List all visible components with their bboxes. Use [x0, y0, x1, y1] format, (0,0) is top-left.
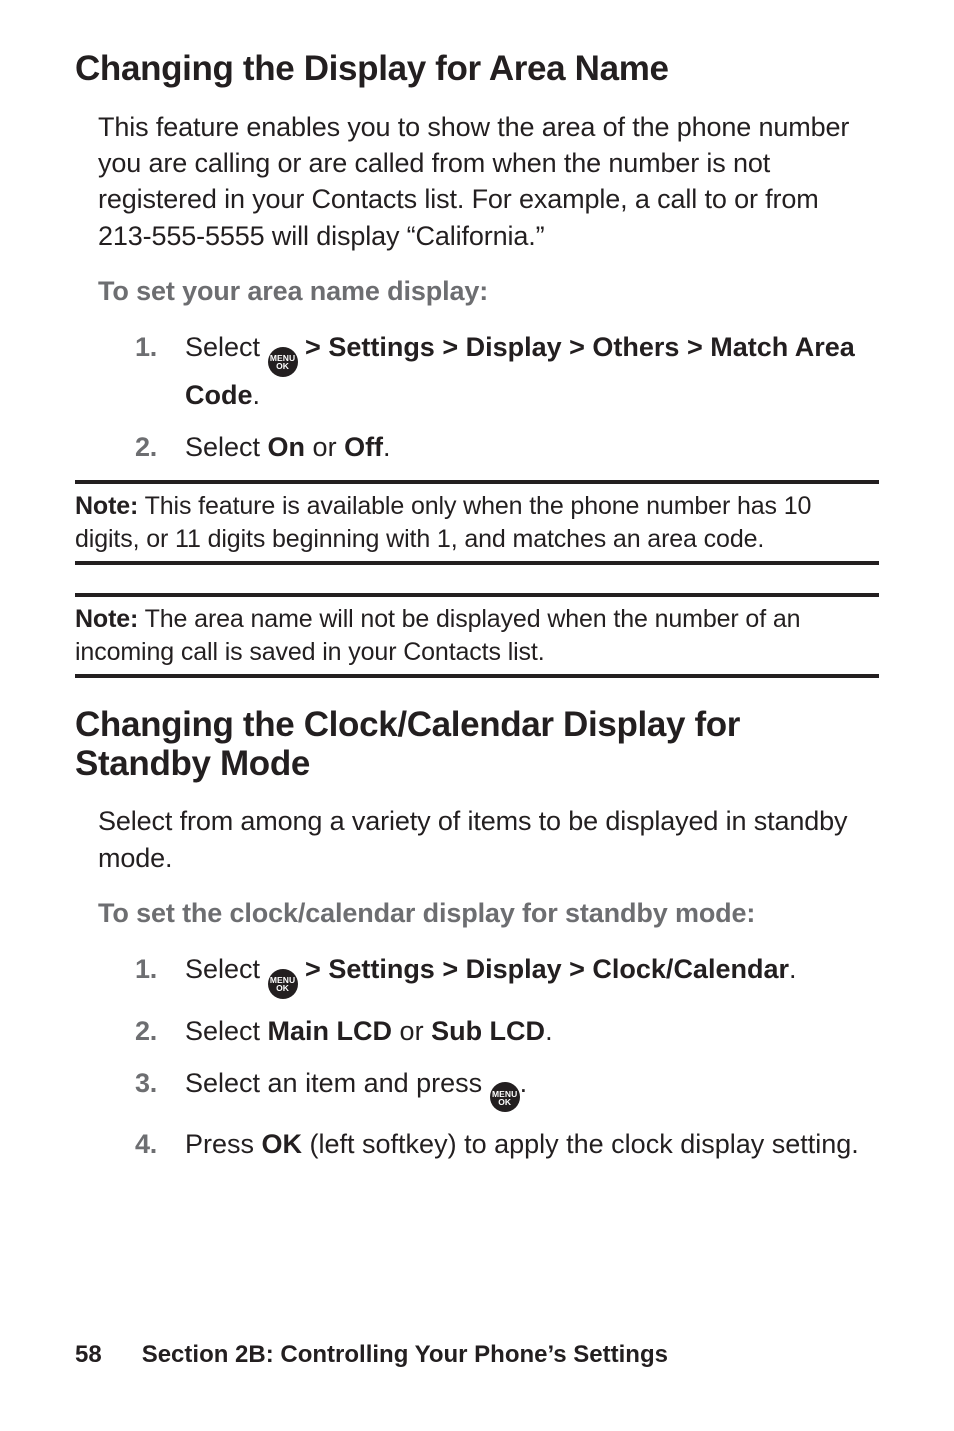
note-label: Note: [75, 605, 138, 633]
step-text: Select an item and press [185, 1068, 490, 1098]
step-bold-path: > Settings > Display > Clock/Calendar [298, 954, 789, 984]
list-item: 4. Press OK (left softkey) to apply the … [135, 1126, 879, 1164]
step-text: Press [185, 1129, 262, 1159]
step-number: 1. [135, 951, 185, 989]
step-number: 1. [135, 329, 185, 367]
icon-label-bottom: OK [276, 361, 289, 371]
step-body: Press OK (left softkey) to apply the clo… [185, 1126, 879, 1164]
step-body: Select MENUOK > Settings > Display > Clo… [185, 951, 879, 999]
step-body: Select Main LCD or Sub LCD. [185, 1013, 879, 1051]
section2-subheading: To set the clock/calendar display for st… [98, 898, 879, 929]
note-text: This feature is available only when the … [75, 492, 811, 553]
step-tail: . [383, 432, 391, 462]
option-on: On [268, 432, 306, 462]
section1-title: Changing the Display for Area Name [75, 50, 879, 89]
step-number: 4. [135, 1126, 185, 1164]
step-text: or [305, 432, 344, 462]
menu-ok-icon: MENUOK [268, 969, 298, 999]
note-label: Note: [75, 492, 138, 520]
section1-intro: This feature enables you to show the are… [98, 109, 879, 255]
section1-steps: 1. Select MENUOK > Settings > Display > … [75, 329, 879, 466]
note-2: Note: The area name will not be displaye… [75, 593, 879, 678]
footer-section-label: Section 2B: Controlling Your Phone’s Set… [142, 1341, 668, 1369]
step-text: Select [185, 1016, 268, 1046]
step-text: or [392, 1016, 431, 1046]
option-mainlcd: Main LCD [268, 1016, 393, 1046]
softkey-ok: OK [262, 1129, 303, 1159]
section2-title: Changing the Clock/Calendar Display for … [75, 706, 879, 783]
step-tail: . [545, 1016, 553, 1046]
page-footer: 58 Section 2B: Controlling Your Phone’s … [75, 1341, 668, 1369]
note-text: The area name will not be displayed when… [75, 605, 800, 666]
step-text: Select [185, 432, 268, 462]
step-text: Select [185, 954, 268, 984]
step-number: 2. [135, 429, 185, 467]
list-item: 2. Select On or Off. [135, 429, 879, 467]
step-tail: . [789, 954, 797, 984]
list-item: 2. Select Main LCD or Sub LCD. [135, 1013, 879, 1051]
step-tail: . [520, 1068, 528, 1098]
page: Changing the Display for Area Name This … [0, 0, 954, 1431]
icon-label-bottom: OK [498, 1097, 511, 1107]
icon-label-bottom: OK [276, 983, 289, 993]
step-body: Select an item and press MENUOK. [185, 1065, 879, 1113]
step-text: Select [185, 332, 268, 362]
step-text: (left softkey) to apply the clock displa… [302, 1129, 859, 1159]
option-off: Off [344, 432, 383, 462]
list-item: 1. Select MENUOK > Settings > Display > … [135, 329, 879, 414]
list-item: 3. Select an item and press MENUOK. [135, 1065, 879, 1113]
option-sublcd: Sub LCD [431, 1016, 545, 1046]
list-item: 1. Select MENUOK > Settings > Display > … [135, 951, 879, 999]
menu-ok-icon: MENUOK [490, 1082, 520, 1112]
section2-intro: Select from among a variety of items to … [98, 803, 879, 876]
step-body: Select MENUOK > Settings > Display > Oth… [185, 329, 879, 414]
step-number: 2. [135, 1013, 185, 1051]
page-number: 58 [75, 1341, 102, 1369]
note-1: Note: This feature is available only whe… [75, 480, 879, 565]
section1-subheading: To set your area name display: [98, 276, 879, 307]
menu-ok-icon: MENUOK [268, 347, 298, 377]
step-number: 3. [135, 1065, 185, 1103]
step-tail: . [253, 380, 261, 410]
step-body: Select On or Off. [185, 429, 879, 467]
section2-steps: 1. Select MENUOK > Settings > Display > … [75, 951, 879, 1164]
